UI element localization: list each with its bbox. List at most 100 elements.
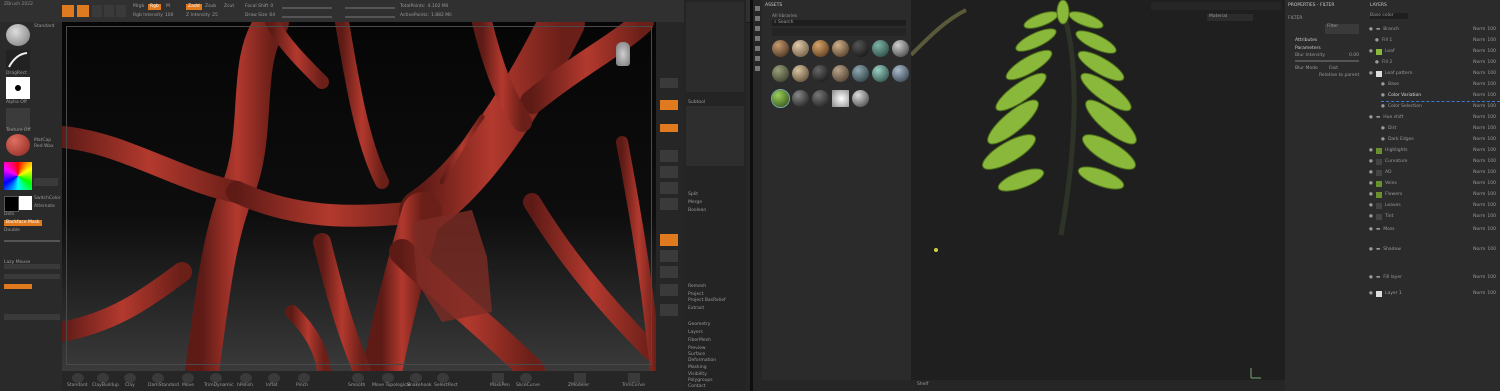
palette-boolean[interactable]: Boolean xyxy=(688,208,706,214)
blur-slider[interactable] xyxy=(1295,60,1359,62)
move-mode-button[interactable] xyxy=(92,5,102,17)
layer-opacity[interactable]: 100 xyxy=(1487,181,1496,187)
z-intensity-slider[interactable]: Z Intensity 25 xyxy=(186,13,218,19)
layer-blend[interactable]: Norm xyxy=(1473,275,1485,281)
material-concrete[interactable] xyxy=(892,40,909,57)
material-rust[interactable] xyxy=(772,65,789,82)
eye-icon[interactable]: ● xyxy=(1381,137,1385,143)
layer-opacity[interactable]: 100 xyxy=(1487,291,1496,297)
eye-icon[interactable]: ● xyxy=(1369,275,1373,281)
main-color-swatch[interactable] xyxy=(4,196,19,212)
brush-trimcurve[interactable] xyxy=(628,373,640,383)
layer-blend[interactable]: Norm xyxy=(1473,93,1485,99)
brush-maskpen[interactable] xyxy=(492,373,504,383)
picker-tool-icon[interactable] xyxy=(755,66,760,71)
transp-button[interactable] xyxy=(660,250,678,262)
eye-icon[interactable]: ● xyxy=(1375,60,1379,66)
param-blur-intensity-value[interactable]: 0.00 xyxy=(1349,53,1359,59)
frame-button[interactable] xyxy=(660,150,678,162)
floor-button[interactable] xyxy=(660,100,678,110)
layer-row[interactable]: ● AO Norm 100 xyxy=(1367,167,1500,178)
rotate-button[interactable] xyxy=(660,198,678,210)
ghost-button[interactable] xyxy=(660,266,678,278)
layer-row[interactable]: ● Base Norm 100 xyxy=(1381,79,1500,90)
layer-blend[interactable]: Norm xyxy=(1473,203,1485,209)
projection-tool-icon[interactable] xyxy=(755,26,760,31)
local-button[interactable] xyxy=(660,124,678,132)
param-blur-mode-value[interactable]: Fast xyxy=(1329,66,1338,72)
layer-blend[interactable]: Norm xyxy=(1473,227,1485,233)
layer-row[interactable]: ● Flowers Norm 100 xyxy=(1367,189,1500,200)
secondary-color-swatch[interactable] xyxy=(19,196,32,210)
layer-opacity[interactable]: 100 xyxy=(1487,148,1496,154)
layer-blend[interactable]: Norm xyxy=(1473,115,1485,121)
layers-channel-dropdown[interactable]: Base color xyxy=(1370,13,1408,19)
layer-opacity[interactable]: 100 xyxy=(1487,104,1496,110)
palette-extract[interactable]: Extract xyxy=(688,306,704,312)
layer-row[interactable]: ● ▬ Moss Norm 100 xyxy=(1367,224,1500,235)
material-dirt[interactable] xyxy=(852,65,869,82)
layer-blend[interactable]: Norm xyxy=(1473,170,1485,176)
eye-icon[interactable]: ● xyxy=(1381,126,1385,132)
material-paint[interactable] xyxy=(792,90,809,107)
brush-claybuildup[interactable] xyxy=(97,373,109,383)
param-resolution-value[interactable]: Relative to parent xyxy=(1319,73,1359,79)
color-picker[interactable] xyxy=(4,162,32,190)
alpha-thumbnail[interactable] xyxy=(6,77,30,99)
layer-row[interactable]: ● Color Selection Norm 100 xyxy=(1381,101,1500,112)
setting-mrgb[interactable]: Mrgb xyxy=(133,4,144,10)
eye-icon[interactable]: ● xyxy=(1369,247,1373,253)
layer-row[interactable]: ● ▬ Hue shift Norm 100 xyxy=(1367,112,1500,123)
painter-viewport[interactable]: Material Shelf xyxy=(911,0,1285,391)
setting-zsub[interactable]: Zsub xyxy=(205,4,216,10)
layer-blend[interactable]: Norm xyxy=(1473,38,1485,44)
persp-button[interactable] xyxy=(660,78,678,88)
eye-icon[interactable]: ● xyxy=(1369,203,1373,209)
eye-icon[interactable]: ● xyxy=(1369,115,1373,121)
eye-icon[interactable]: ● xyxy=(1369,192,1373,198)
eye-icon[interactable]: ● xyxy=(1381,82,1385,88)
eye-icon[interactable]: ● xyxy=(1375,38,1379,44)
double-label[interactable]: Double xyxy=(4,228,20,234)
layer-blend[interactable]: Norm xyxy=(1473,49,1485,55)
setting-zadd[interactable]: Zadd xyxy=(186,4,202,10)
eye-icon[interactable]: ● xyxy=(1369,49,1373,55)
rgb-intensity-slider[interactable]: Rgb Intensity 100 xyxy=(133,13,173,19)
dots-label[interactable]: Dots xyxy=(4,212,14,218)
palette-fibermesh[interactable]: FiberMesh xyxy=(688,338,711,344)
layer-blend[interactable]: Norm xyxy=(1473,192,1485,198)
brush-inflat[interactable] xyxy=(268,373,280,383)
layer-opacity[interactable]: 100 xyxy=(1487,27,1496,33)
eye-icon[interactable]: ● xyxy=(1369,181,1373,187)
brush-thumbnail[interactable] xyxy=(6,24,30,46)
palette-remesh[interactable]: Remesh xyxy=(688,284,706,290)
clone-tool-icon[interactable] xyxy=(755,56,760,61)
assets-filter-bar[interactable] xyxy=(772,28,906,36)
layer-opacity[interactable]: 100 xyxy=(1487,137,1496,143)
zoom-button[interactable] xyxy=(660,182,678,194)
palette-split[interactable]: Split xyxy=(688,192,698,198)
filter-selector[interactable]: Filter xyxy=(1325,24,1359,34)
gradient-toggle[interactable] xyxy=(34,178,58,186)
layer-opacity[interactable]: 100 xyxy=(1487,247,1496,253)
layer-row[interactable]: ● ▬ Shadow Norm 100 xyxy=(1367,244,1500,255)
setting-m[interactable]: M xyxy=(166,4,170,10)
layer-opacity[interactable]: 100 xyxy=(1487,38,1496,44)
brush-damstandard[interactable] xyxy=(152,373,164,383)
layer-row[interactable]: ● Tint Norm 100 xyxy=(1367,211,1500,222)
material-plastic[interactable] xyxy=(852,40,869,57)
alternate-label[interactable]: Alternate xyxy=(34,204,55,210)
attributes-header[interactable]: Attributes xyxy=(1295,38,1317,44)
brush-slicecurve[interactable] xyxy=(520,373,532,383)
material-leather[interactable] xyxy=(772,40,789,57)
stroke-thumbnail[interactable] xyxy=(6,50,30,70)
layer-row[interactable]: ● Dark Edges Norm 100 xyxy=(1381,134,1500,145)
layer-opacity[interactable]: 100 xyxy=(1487,227,1496,233)
layer-opacity[interactable]: 100 xyxy=(1487,71,1496,77)
layer-blend[interactable]: Norm xyxy=(1473,27,1485,33)
material-ceramic[interactable] xyxy=(892,65,909,82)
brush-zmodeler[interactable] xyxy=(574,373,586,383)
material-rubber[interactable] xyxy=(832,90,849,107)
layer-opacity[interactable]: 100 xyxy=(1487,60,1496,66)
draw-size-slider[interactable]: Draw Size 64 xyxy=(245,13,275,19)
